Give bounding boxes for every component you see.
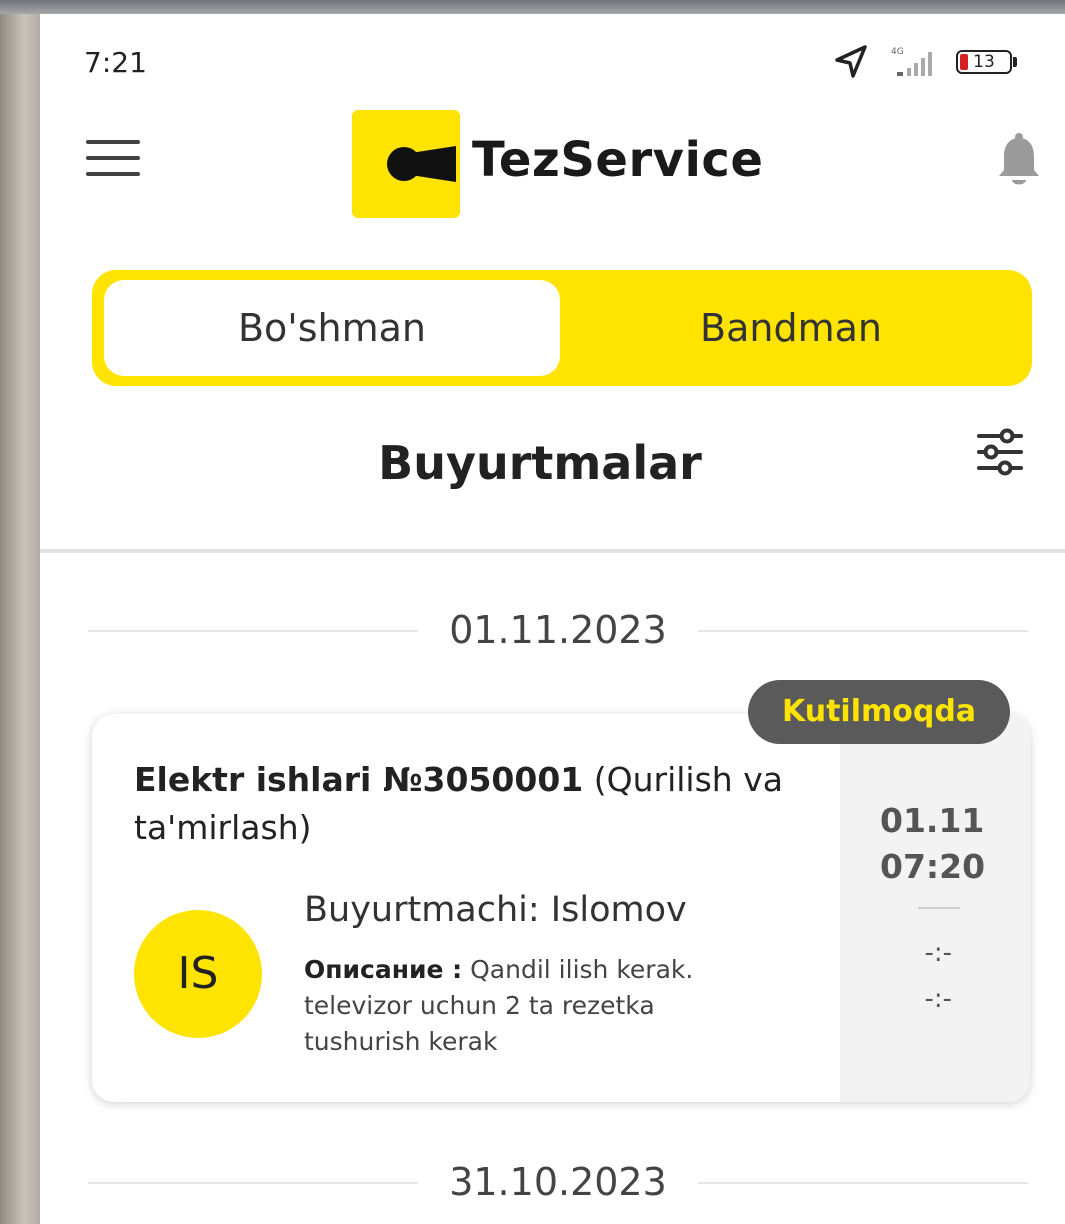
battery-icon: 13	[956, 50, 1012, 74]
location-arrow-icon	[835, 45, 867, 78]
page-title: Buyurtmalar	[378, 436, 702, 490]
order-card[interactable]: Elektr ishlari №3050001 (Qurilish va ta'…	[92, 714, 1030, 1102]
order-title-main: Elektr ishlari №3050001	[134, 760, 584, 799]
end-time-placeholder: -:-	[924, 984, 952, 1014]
customer-name: Buyurtmachi: Islomov	[304, 890, 687, 930]
brand-name: TezService	[472, 132, 764, 188]
bell-icon[interactable]	[995, 132, 1043, 190]
header-divider	[40, 549, 1065, 553]
order-description: Описание : Qandil ilish kerak. televizor…	[304, 952, 754, 1060]
sliders-filter-icon[interactable]	[975, 426, 1025, 478]
phone-screen: 7:21 4G 13 TezService Bo'shman Bandman B…	[40, 14, 1065, 1224]
order-time: 07:20	[880, 847, 986, 886]
brand-logo: TezService	[352, 110, 763, 218]
date-separator: 31.10.2023	[88, 1152, 1028, 1212]
brand-mark-icon	[387, 146, 456, 182]
background-top	[0, 0, 1065, 14]
battery-tip	[1013, 57, 1017, 67]
logo-square	[352, 110, 460, 218]
background-left	[0, 0, 40, 1224]
start-time-placeholder: -:-	[924, 938, 952, 968]
availability-toggle: Bo'shman Bandman	[92, 270, 1032, 386]
network-label: 4G	[891, 47, 904, 57]
avatar: IS	[134, 910, 262, 1038]
description-label: Описание :	[304, 955, 463, 984]
status-icons: 4G 13	[831, 42, 1031, 82]
order-date: 01.11	[880, 801, 985, 840]
toggle-option-bandman[interactable]: Bandman	[562, 280, 1020, 376]
order-datetime: 01.11 07:20	[880, 798, 990, 890]
signal-icon: 4G	[891, 47, 932, 76]
status-badge: Kutilmoqda	[748, 680, 1011, 744]
time-divider	[918, 907, 960, 909]
hamburger-menu-icon[interactable]	[86, 140, 140, 180]
date-separator: 01.11.2023	[88, 600, 1028, 660]
battery-level: 13	[973, 52, 995, 72]
toggle-option-boshman[interactable]: Bo'shman	[104, 280, 560, 376]
order-title: Elektr ishlari №3050001 (Qurilish va ta'…	[134, 756, 834, 852]
status-time: 7:21	[84, 46, 147, 79]
